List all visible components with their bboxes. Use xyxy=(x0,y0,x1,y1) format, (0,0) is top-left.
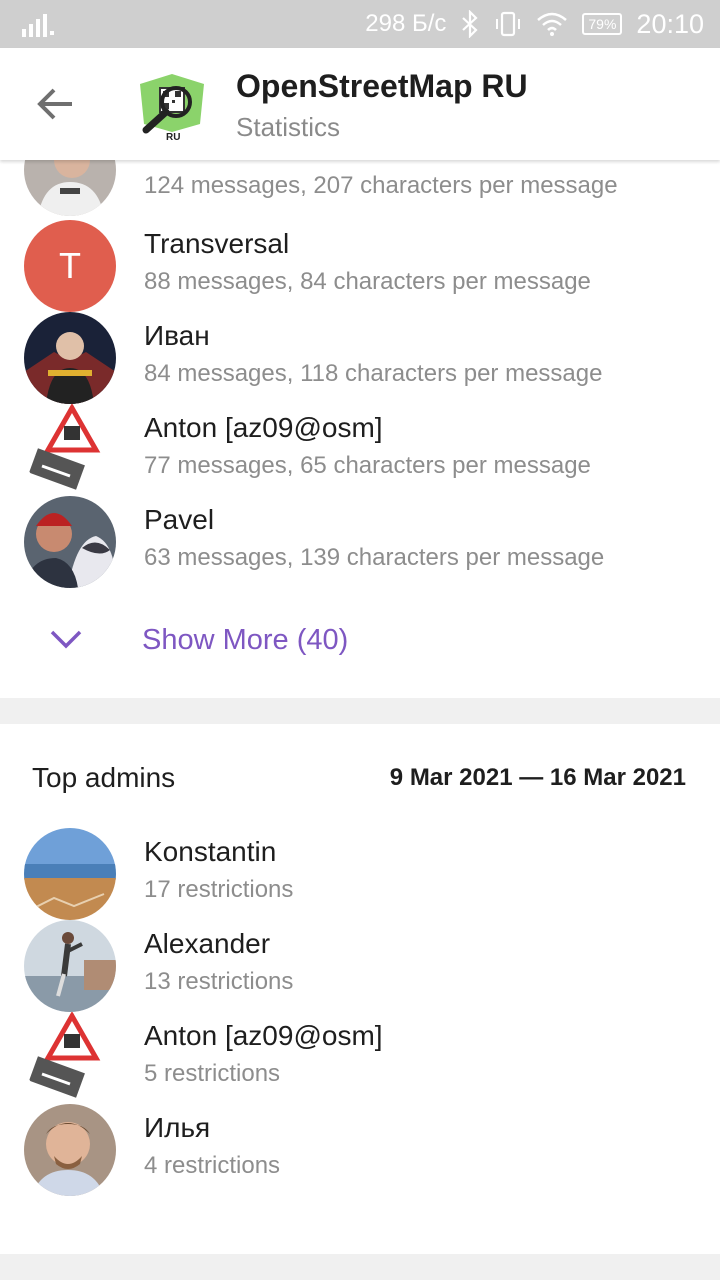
status-bar: 298 Б/с 79% 20:10 xyxy=(0,0,720,48)
avatar xyxy=(24,496,116,588)
list-item[interactable]: Konstantin 17 restrictions xyxy=(0,828,720,920)
member-name: Pavel xyxy=(144,504,215,535)
admin-restrictions: 5 restrictions xyxy=(144,1060,281,1087)
chevron-down-icon xyxy=(50,630,82,649)
avatar xyxy=(24,312,116,404)
avatar xyxy=(24,404,116,496)
signal-icon xyxy=(22,14,54,37)
show-more-label: Show More (40) xyxy=(142,624,349,656)
top-admins-card: Top admins 9 Mar 2021 — 16 Mar 2021 Kons… xyxy=(0,724,720,1254)
battery-indicator: 79% xyxy=(582,13,623,35)
page-subtitle: Statistics xyxy=(236,112,341,142)
show-more-button[interactable]: Show More (40) xyxy=(0,600,720,686)
vibrate-icon xyxy=(496,11,521,37)
avatar xyxy=(24,920,116,1012)
avatar xyxy=(24,160,116,216)
top-members-card: 124 messages, 207 characters per message… xyxy=(0,160,720,698)
admin-name: Alexander xyxy=(144,928,271,959)
avatar: T xyxy=(24,220,116,312)
admin-restrictions: 17 restrictions xyxy=(144,876,294,903)
bluetooth-icon xyxy=(462,10,478,38)
clock: 20:10 xyxy=(636,8,704,39)
page-title: OpenStreetMap RU xyxy=(236,68,528,104)
member-name: Иван xyxy=(144,320,210,351)
member-name: Transversal xyxy=(144,228,290,259)
wifi-icon xyxy=(537,12,568,36)
list-item[interactable]: Anton [az09@osm] 5 restrictions xyxy=(0,1012,720,1104)
date-range: 9 Mar 2021 — 16 Mar 2021 xyxy=(389,764,686,791)
section-header: Top admins 9 Mar 2021 — 16 Mar 2021 xyxy=(0,752,720,802)
member-stats: 63 messages, 139 characters per message xyxy=(144,544,605,571)
admin-name: Илья xyxy=(144,1112,211,1143)
list-item[interactable]: Alexander 13 restrictions xyxy=(0,920,720,1012)
member-stats: 84 messages, 118 characters per message xyxy=(144,360,603,387)
group-logo[interactable]: RU xyxy=(136,66,208,142)
list-item[interactable]: Pavel 63 messages, 139 characters per me… xyxy=(0,496,720,588)
back-arrow-icon[interactable] xyxy=(30,82,80,126)
member-stats: 124 messages, 207 characters per message xyxy=(144,172,618,199)
admin-restrictions: 4 restrictions xyxy=(144,1152,281,1179)
member-stats: 88 messages, 84 characters per message xyxy=(144,268,591,295)
list-item[interactable]: 124 messages, 207 characters per message xyxy=(0,160,720,216)
list-item[interactable]: T Transversal 88 messages, 84 characters… xyxy=(0,220,720,312)
list-item[interactable]: Илья 4 restrictions xyxy=(0,1104,720,1196)
app-bar: RU OpenStreetMap RU Statistics xyxy=(0,48,720,160)
member-stats: 77 messages, 65 characters per message xyxy=(144,452,591,479)
list-item[interactable]: Anton [az09@osm] 77 messages, 65 charact… xyxy=(0,404,720,496)
avatar xyxy=(24,1104,116,1196)
member-name: Anton [az09@osm] xyxy=(144,412,383,443)
avatar xyxy=(24,828,116,920)
svg-text:RU: RU xyxy=(166,132,180,142)
avatar xyxy=(24,1012,116,1104)
admin-restrictions: 13 restrictions xyxy=(144,968,294,995)
list-item[interactable]: Иван 84 messages, 118 characters per mes… xyxy=(0,312,720,404)
admin-name: Konstantin xyxy=(144,836,277,867)
network-speed: 298 Б/с xyxy=(365,10,447,37)
section-title: Top admins xyxy=(32,762,176,793)
admin-name: Anton [az09@osm] xyxy=(144,1020,383,1051)
